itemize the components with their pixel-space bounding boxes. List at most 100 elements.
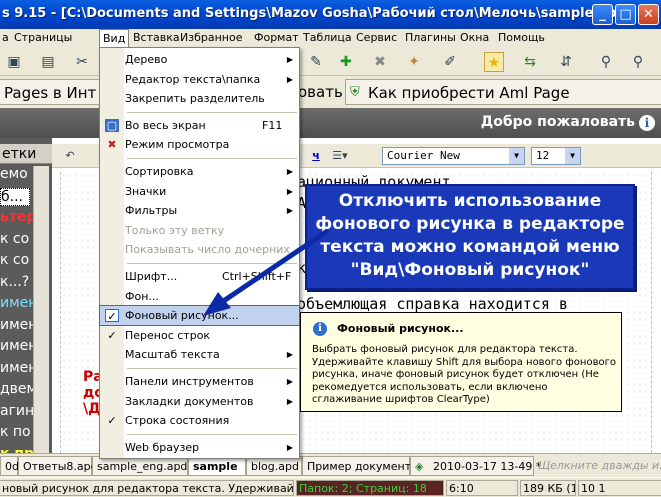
tree-pane-title: етки bbox=[0, 144, 52, 164]
menu-item-16[interactable]: ✓ Перенос строк bbox=[100, 326, 299, 345]
menu-item-4[interactable]: ▢ Во весь экран F11 bbox=[100, 116, 299, 135]
doc-tab[interactable]: sample_eng.apd bbox=[92, 456, 188, 476]
tree-item[interactable]: имен bbox=[0, 338, 37, 354]
date-doc-icon: ◈ bbox=[415, 460, 424, 473]
doc-tab[interactable]: 0d bbox=[0, 456, 19, 476]
bookmark-icon[interactable]: ✦ bbox=[404, 52, 424, 72]
close-button[interactable]: ✕ bbox=[638, 4, 659, 25]
delete-icon[interactable]: ✖ bbox=[370, 52, 390, 72]
tree-item[interactable]: к по bbox=[0, 424, 31, 440]
tree-item[interactable]: имен bbox=[0, 360, 37, 376]
menu-windows[interactable]: Окна bbox=[460, 31, 489, 44]
menu-item-label: Фильтры bbox=[125, 204, 178, 218]
menu-item-13[interactable]: Шрифт... Ctrl+Shift+F bbox=[100, 267, 299, 286]
save-icon[interactable]: ▤ bbox=[38, 52, 58, 72]
shield-icon: ⛨ bbox=[350, 85, 360, 100]
find-next-icon[interactable]: ⚲ bbox=[628, 52, 648, 72]
status-size: 189 КБ (17 bbox=[520, 480, 576, 496]
undo-icon[interactable]: ↶ bbox=[62, 146, 78, 164]
doc-tab[interactable]: Ответы8.apd bbox=[18, 456, 98, 476]
new-icon[interactable]: ▣ bbox=[4, 52, 24, 72]
menu-item-8[interactable]: Значки ▶ bbox=[100, 182, 299, 201]
menu-item-14[interactable]: Фон... bbox=[100, 287, 299, 306]
favorite-star-icon[interactable]: ★ bbox=[484, 52, 504, 72]
menu-format[interactable]: Формат bbox=[254, 31, 299, 44]
new-doc-hint[interactable]: Щелкните дважды и... bbox=[534, 456, 661, 476]
tree-item[interactable]: ьтер bbox=[0, 209, 36, 225]
info-icon[interactable]: i bbox=[639, 115, 655, 131]
tab-how-to-buy[interactable]: ⛨ Как приобрести Aml Page bbox=[345, 79, 661, 105]
menu-separator bbox=[127, 368, 297, 369]
tree-item[interactable]: имен bbox=[0, 317, 37, 333]
menu-item-5[interactable]: ✖ Режим просмотра bbox=[100, 135, 299, 154]
minimize-button[interactable]: _ bbox=[592, 4, 613, 25]
menu-separator bbox=[127, 263, 297, 264]
tab-pages-internet[interactable]: Pages в Инт bbox=[0, 79, 100, 105]
tree-item[interactable]: к пр bbox=[0, 446, 34, 454]
doc-red-line: \Д bbox=[83, 401, 101, 417]
tree-pane: етки емо б... ьтер к со к со к...? имен имен име… bbox=[0, 138, 52, 453]
brush-icon[interactable]: ✐ bbox=[440, 52, 460, 72]
menu-insert[interactable]: Вставка bbox=[133, 31, 180, 44]
doc-tab[interactable]: blog.apd bbox=[246, 456, 302, 476]
font-name-select[interactable]: Courier New ▼ bbox=[382, 147, 525, 165]
menu-item-label: Шрифт... bbox=[125, 270, 178, 283]
tree-item[interactable]: агин bbox=[0, 403, 34, 419]
menu-item-21[interactable]: ✓ Строка состояния bbox=[100, 411, 299, 430]
submenu-arrow-icon: ▶ bbox=[286, 186, 293, 196]
menu-item-0[interactable]: Дерево ▶ bbox=[100, 50, 299, 69]
menu-item-1[interactable]: Редактор текста\папка ▶ bbox=[100, 70, 299, 89]
menu-item-7[interactable]: Сортировка ▶ bbox=[100, 162, 299, 181]
fullscreen-icon: ▢ bbox=[105, 118, 119, 132]
tree-item[interactable]: к...? bbox=[0, 274, 29, 290]
menu-item-23[interactable]: Web браузер ▶ bbox=[100, 438, 299, 457]
move-icon[interactable]: ⇵ bbox=[556, 52, 576, 72]
menu-item-2[interactable]: Закрепить разделитель bbox=[100, 89, 299, 108]
menu-item-19[interactable]: Панели инструментов ▶ bbox=[100, 372, 299, 391]
annotation-callout: Отключить использование фонового рисунка… bbox=[305, 184, 635, 290]
menu-help[interactable]: Помощь bbox=[498, 31, 545, 44]
menu-item-11: Показывать число дочерних bbox=[100, 240, 299, 259]
submenu-arrow-icon: ▶ bbox=[286, 442, 293, 452]
doc-tab[interactable]: ◈ 2010-03-17 13-49 * bbox=[410, 456, 541, 476]
doc-line: объемлющая справка находится в bbox=[297, 295, 568, 313]
list-icon[interactable]: ☰▾ bbox=[328, 146, 352, 164]
tree-item[interactable]: двем bbox=[0, 381, 37, 397]
tree-item[interactable]: б... bbox=[0, 187, 30, 206]
menu-file-partial[interactable]: а bbox=[2, 31, 9, 44]
menu-view[interactable]: Вид bbox=[99, 29, 130, 48]
menu-separator bbox=[127, 158, 297, 159]
welcome-title: Добро пожаловать bbox=[480, 114, 635, 130]
doc-tab-active[interactable]: sample bbox=[188, 456, 246, 476]
tree-item[interactable]: имен bbox=[0, 295, 37, 311]
view-menu: Дерево ▶ Редактор текста\папка ▶ Закрепить р… bbox=[99, 47, 300, 459]
menu-table[interactable]: Таблица bbox=[303, 31, 352, 44]
cut-icon[interactable]: ✂ bbox=[72, 52, 92, 72]
tree-item[interactable]: к со bbox=[0, 231, 29, 247]
tree-scrollbar[interactable] bbox=[33, 166, 49, 453]
tree-item[interactable]: к со bbox=[0, 252, 29, 268]
add-icon[interactable]: ✚ bbox=[336, 52, 356, 72]
menu-item-17[interactable]: Масштаб текста ▶ bbox=[100, 345, 299, 364]
menu-item-20[interactable]: Закладки документов ▶ bbox=[100, 392, 299, 411]
tag-icon[interactable]: ✎ bbox=[306, 52, 326, 72]
doc-tab[interactable]: Пример документа bbox=[302, 456, 418, 476]
menu-item-label: Масштаб текста bbox=[125, 348, 220, 362]
menu-item-label: Показывать число дочерних bbox=[125, 243, 290, 257]
menu-pages[interactable]: Страницы bbox=[14, 31, 72, 44]
menu-item-15[interactable]: ✓ Фоновый рисунок... bbox=[99, 305, 300, 327]
maximize-button[interactable]: □ bbox=[615, 4, 636, 25]
navigate-icon[interactable]: ⇆ bbox=[520, 52, 540, 72]
underline-icon[interactable]: ч bbox=[308, 146, 324, 164]
menu-plugins[interactable]: Плагины bbox=[405, 31, 456, 44]
menu-item-10: Только эту ветку bbox=[100, 221, 299, 240]
menu-service[interactable]: Сервис bbox=[356, 31, 397, 44]
menu-item-9[interactable]: Фильтры ▶ bbox=[100, 201, 299, 220]
menu-item-label: Фон... bbox=[125, 289, 159, 303]
menu-favorites[interactable]: Избранное bbox=[180, 31, 242, 44]
tab-partial[interactable]: овать bbox=[298, 79, 345, 105]
menu-item-label: Сортировка bbox=[125, 165, 194, 178]
find-icon[interactable]: ⚲ bbox=[596, 52, 616, 72]
tree-item[interactable]: емо bbox=[0, 166, 28, 182]
font-size-select[interactable]: 12 ▼ bbox=[531, 147, 581, 165]
